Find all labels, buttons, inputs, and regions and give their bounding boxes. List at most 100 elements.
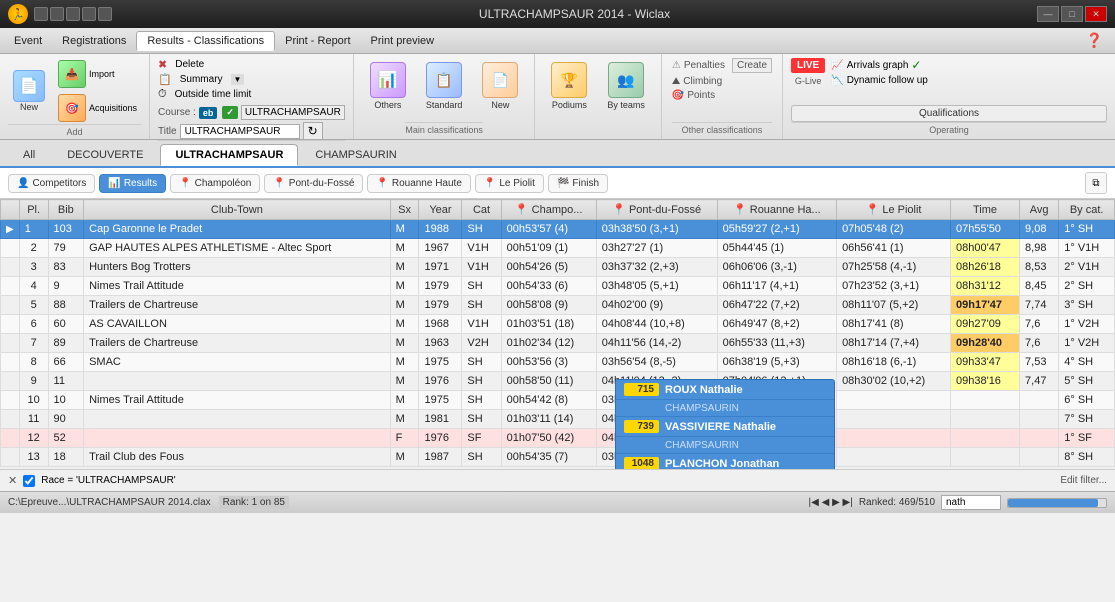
tb-icon-3[interactable] <box>66 7 80 21</box>
table-row[interactable]: 660AS CAVAILLONM1968V1H01h03'51 (18)04h0… <box>1 315 1115 334</box>
table-row[interactable]: 789Trailers de ChartreuseM1963V2H01h02'3… <box>1 334 1115 353</box>
col-pont[interactable]: 📍 Pont-du-Fossé <box>596 200 717 220</box>
table-row[interactable]: 1190M1981SH01h03'11 (14)04h1...7° SH <box>1 410 1115 429</box>
table-row[interactable]: 279GAP HAUTES ALPES ATHLETISME - Altec S… <box>1 239 1115 258</box>
table-row[interactable]: 911M1976SH00h58'50 (11)04h11'04 (13,-2)0… <box>1 372 1115 391</box>
col-piolit[interactable]: 📍 Le Piolit <box>837 200 951 220</box>
new-label: New <box>20 102 38 112</box>
search-input[interactable] <box>941 495 1001 510</box>
row-piolit <box>837 391 951 410</box>
col-cat[interactable]: Cat <box>462 200 501 220</box>
row-pl: 7 <box>19 334 48 353</box>
table-scroll[interactable]: Pl. Bib Club-Town Sx Year Cat 📍 Champo..… <box>0 199 1115 469</box>
course-value-btn[interactable]: ULTRACHAMPSAUR <box>241 105 345 120</box>
row-arrow <box>1 372 20 391</box>
col-bycat[interactable]: By cat. <box>1059 200 1115 220</box>
row-year: 1976 <box>419 429 462 448</box>
minimize-button[interactable]: — <box>1037 6 1059 22</box>
subtab-rouanne[interactable]: 📍 Rouanne Haute <box>367 174 471 193</box>
new-class-button[interactable]: 📄 New <box>474 58 526 122</box>
title-input[interactable] <box>180 124 300 139</box>
filter-checkbox[interactable] <box>23 475 35 487</box>
table-row[interactable]: 383Hunters Bog TrottersM1971V1H00h54'26 … <box>1 258 1115 277</box>
delete-button[interactable]: Delete <box>170 58 209 71</box>
col-avg[interactable]: Avg <box>1020 200 1059 220</box>
menu-event[interactable]: Event <box>4 32 52 50</box>
add-group-label: Add <box>8 124 141 137</box>
col-rouanne[interactable]: 📍 Rouanne Ha... <box>717 200 836 220</box>
col-sx[interactable]: Sx <box>390 200 419 220</box>
title-bar-controls[interactable]: — □ ✕ <box>1037 6 1107 22</box>
close-button[interactable]: ✕ <box>1085 6 1107 22</box>
menu-print[interactable]: Print - Report <box>275 32 360 50</box>
arrivals-graph-button[interactable]: 📈 Arrivals graph ✓ <box>831 58 928 72</box>
sub-tab-copy-button[interactable]: ⧉ <box>1085 172 1107 194</box>
filter-close-icon[interactable]: ✕ <box>8 474 17 487</box>
subtab-results[interactable]: 📊 Results <box>99 174 166 193</box>
standard-button[interactable]: 📋 Standard <box>418 58 471 122</box>
outside-time-button[interactable]: Outside time limit <box>170 88 257 101</box>
row-cat: SH <box>462 277 501 296</box>
qualifications-button[interactable]: Qualifications <box>791 105 1107 122</box>
tb-icon-5[interactable] <box>98 7 112 21</box>
subtab-champoleon[interactable]: 📍 Champoléon <box>170 174 260 193</box>
import-button[interactable]: 📥 Import <box>54 58 141 90</box>
app-logo: 🏃 <box>8 4 28 24</box>
row-avg: 9,08 <box>1020 220 1059 239</box>
tb-icon-2[interactable] <box>50 7 64 21</box>
table-row[interactable]: 866SMACM1975SH00h53'56 (3)03h56'54 (8,-5… <box>1 353 1115 372</box>
tab-champsaurin[interactable]: CHAMPSAURIN <box>300 144 411 166</box>
dynamic-follow-button[interactable]: 📉 Dynamic follow up <box>831 75 928 86</box>
row-champo: 01h07'50 (42) <box>501 429 596 448</box>
menu-preview[interactable]: Print preview <box>361 32 445 50</box>
refresh-button[interactable]: ↻ <box>303 122 323 140</box>
col-time[interactable]: Time <box>951 200 1020 220</box>
summary-dropdown[interactable]: ▼ <box>231 74 245 85</box>
tab-all[interactable]: All <box>8 144 50 166</box>
table-row[interactable]: 1318Trail Club des FousM1987SH00h54'35 (… <box>1 448 1115 467</box>
row-bycat: 1° V1H <box>1059 239 1115 258</box>
others-button[interactable]: 📊 Others <box>362 58 414 122</box>
maximize-button[interactable]: □ <box>1061 6 1083 22</box>
summary-button[interactable]: Summary <box>175 73 228 86</box>
status-right: |◀ ◀ ▶ ▶| Ranked: 469/510 <box>809 495 1107 510</box>
operating-buttons: LIVE G-Live 📈 Arrivals graph ✓ 📉 Dynamic… <box>791 58 1107 101</box>
subtab-finish[interactable]: 🏁 Finish <box>548 174 608 193</box>
col-pl[interactable]: Pl. <box>19 200 48 220</box>
subtab-piolit[interactable]: 📍 Le Piolit <box>475 174 544 193</box>
table-row[interactable]: ▶1103Cap Garonne le PradetM1988SH00h53'5… <box>1 220 1115 239</box>
acquisitions-icon: 🎯 <box>58 94 86 122</box>
course-badge: eb <box>199 107 218 119</box>
podiums-button[interactable]: 🏆 Podiums <box>543 58 595 132</box>
row-avg: 8,45 <box>1020 277 1059 296</box>
row-club <box>84 410 391 429</box>
subtab-champoleon-label: Champoléon <box>195 178 252 189</box>
new-button[interactable]: 📄 New <box>8 67 50 115</box>
tab-ultrachampsaur[interactable]: ULTRACHAMPSAUR <box>160 144 298 166</box>
tab-decouverte[interactable]: DECOUVERTE <box>52 144 158 166</box>
col-bib[interactable]: Bib <box>48 200 84 220</box>
edit-filter-button[interactable]: Edit filter... <box>1060 475 1107 486</box>
subtab-competitors[interactable]: 👤 Competitors <box>8 174 95 193</box>
by-teams-button[interactable]: 👥 By teams <box>599 58 653 132</box>
col-champo[interactable]: 📍 Champo... <box>501 200 596 220</box>
menu-results[interactable]: Results - Classifications <box>136 31 275 51</box>
col-club[interactable]: Club-Town <box>84 200 391 220</box>
row-rouanne: 06h38'19 (5,+3) <box>717 353 836 372</box>
table-body: ▶1103Cap Garonne le PradetM1988SH00h53'5… <box>1 220 1115 467</box>
col-year[interactable]: Year <box>419 200 462 220</box>
help-button[interactable]: ❓ <box>1078 32 1111 49</box>
subtab-pont[interactable]: 📍 Pont-du-Fossé <box>264 174 363 193</box>
table-row[interactable]: 1252F1976SF01h07'50 (42)04h2...1° SF <box>1 429 1115 448</box>
tb-icon-1[interactable] <box>34 7 48 21</box>
acquisitions-button[interactable]: 🎯 Acquisitions <box>54 92 141 124</box>
table-row[interactable]: 588Trailers de ChartreuseM1979SH00h58'08… <box>1 296 1115 315</box>
table-row[interactable]: 1010Nimes Trail AttitudeM1975SH00h54'42 … <box>1 391 1115 410</box>
menu-registrations[interactable]: Registrations <box>52 32 136 50</box>
live-button[interactable]: LIVE <box>791 58 825 73</box>
create-button[interactable]: Create <box>732 58 772 73</box>
table-row[interactable]: 49Nimes Trail AttitudeM1979SH00h54'33 (6… <box>1 277 1115 296</box>
other-class-label: Other classifications <box>672 122 772 135</box>
row-year: 1979 <box>419 296 462 315</box>
tb-icon-4[interactable] <box>82 7 96 21</box>
